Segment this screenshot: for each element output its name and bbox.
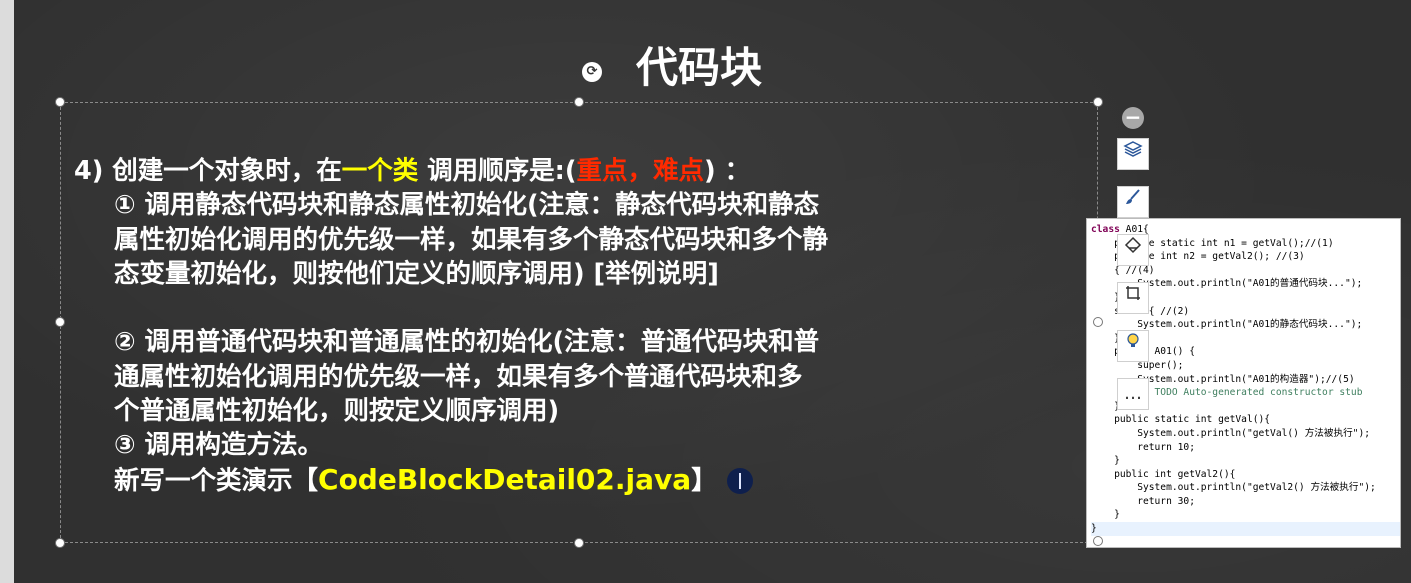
- point-1-line-2: 属性初始化调用的优先级一样，如果有多个静态代码块和多个静: [114, 224, 829, 255]
- resize-handle-top-right[interactable]: [1093, 97, 1103, 107]
- resize-handle-top-left[interactable]: [55, 97, 65, 107]
- resize-handle-left[interactable]: [55, 317, 65, 327]
- more-options-icon[interactable]: …: [1117, 378, 1149, 410]
- code-line: public int getVal2(){: [1091, 468, 1236, 480]
- demo-line: 新写一个类演示【CodeBlockDetail02.java】: [74, 463, 1074, 498]
- point-2-line-2: 通属性初始化调用的优先级一样，如果有多个普通代码块和多: [114, 361, 803, 392]
- demo-suffix: 】: [691, 465, 717, 496]
- slide-title[interactable]: 代码块: [14, 34, 1384, 95]
- layers-icon[interactable]: [1117, 138, 1149, 170]
- demo-prefix: 新写一个类演示【: [114, 465, 319, 496]
- point-1-line-3: 态变量初始化，则按他们定义的顺序调用) [举例说明]: [114, 258, 719, 289]
- item-4-suffix: ) ：: [704, 156, 751, 186]
- image-resize-handle-right[interactable]: [1093, 317, 1103, 327]
- shape-style-icon[interactable]: [1117, 234, 1149, 266]
- slide-body-textbox[interactable]: 4) 创建一个对象时，在一个类 调用顺序是:(重点，难点) ： ① 调用静态代码…: [74, 154, 1074, 498]
- item-4-prefix: 4) 创建一个对象时，在: [74, 156, 342, 186]
- item-4-middle: 调用顺序是:(: [418, 156, 577, 186]
- rotate-handle-icon[interactable]: ⟳: [582, 62, 602, 82]
- code-line: System.out.println("getVal2() 方法被执行");: [1091, 482, 1376, 494]
- point-2-line-3: 个普通属性初始化，则按定义顺序调用): [114, 396, 560, 427]
- brush-icon[interactable]: [1117, 186, 1149, 218]
- text-cursor-icon: [726, 467, 753, 494]
- code-line: }: [1091, 455, 1120, 467]
- item-4-heading: 4) 创建一个对象时，在一个类 调用顺序是:(重点，难点) ：: [74, 154, 1074, 188]
- item-4-highlight: 一个类: [341, 156, 419, 186]
- lightbulb-icon[interactable]: [1117, 330, 1149, 362]
- point-1-line-1: ① 调用静态代码块和静态属性初始化(注意：静态代码块和静态: [114, 190, 820, 221]
- code-line: System.out.println("getVal() 方法被执行");: [1091, 427, 1371, 439]
- resize-handle-top[interactable]: [574, 97, 584, 107]
- item-4-important: 重点，难点: [576, 156, 705, 186]
- code-line: return 10;: [1091, 441, 1195, 453]
- code-line: public static int getVal(){: [1091, 414, 1271, 426]
- image-resize-handle-bottom-left[interactable]: [1093, 536, 1103, 546]
- code-line: return 30;: [1091, 495, 1195, 507]
- resize-handle-bottom[interactable]: [574, 538, 584, 548]
- left-panel-edge: [0, 0, 14, 583]
- point-3-line: ③ 调用构造方法。: [114, 430, 323, 461]
- code-line: }: [1091, 522, 1400, 536]
- demo-filename: CodeBlockDetail02.java: [318, 462, 692, 496]
- collapse-toolbar-icon[interactable]: −: [1122, 107, 1144, 129]
- point-2-line-1: ② 调用普通代码块和普通属性的初始化(注意：普通代码块和普: [114, 327, 820, 358]
- crop-icon[interactable]: [1117, 282, 1149, 314]
- resize-handle-bottom-left[interactable]: [55, 538, 65, 548]
- code-line: }: [1091, 509, 1120, 521]
